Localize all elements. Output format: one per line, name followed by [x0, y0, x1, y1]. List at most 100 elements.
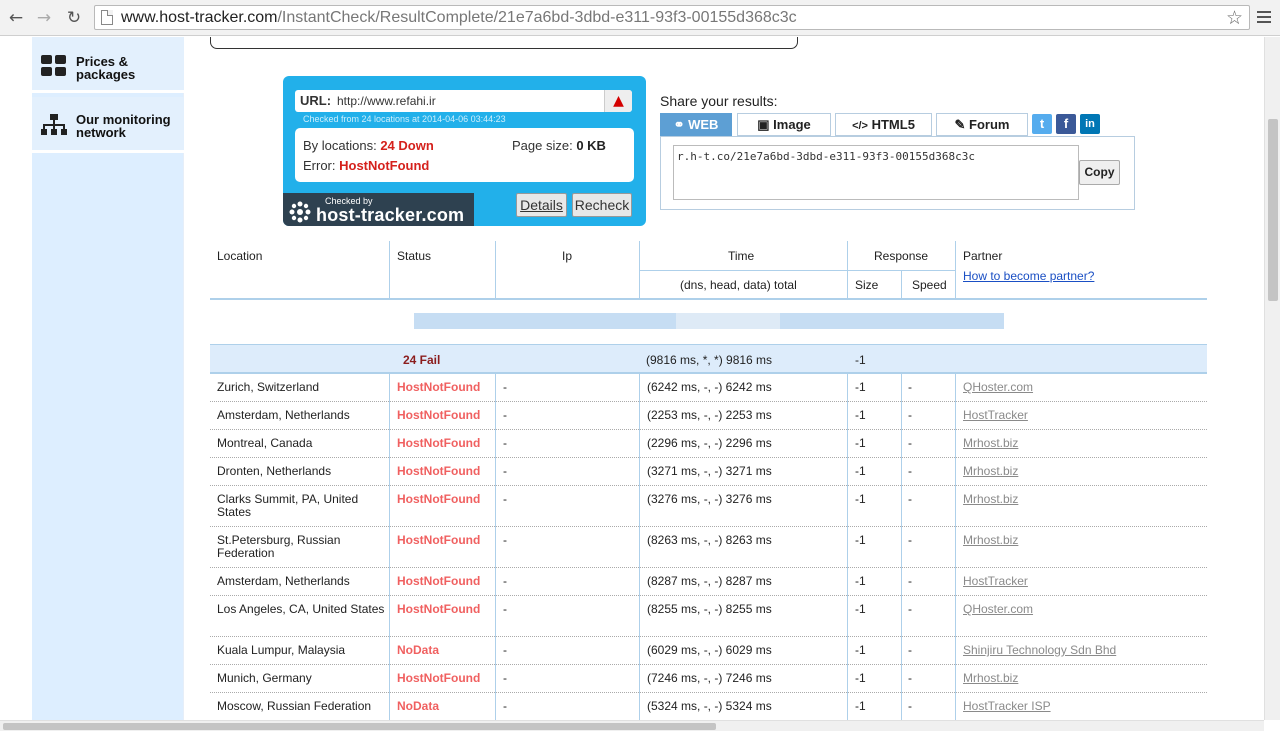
cell-time: (8255 ms, -, -) 8255 ms — [647, 602, 772, 616]
browser-toolbar: ← → ↻ www.host-tracker.com/InstantCheck/… — [0, 0, 1280, 36]
bookmark-star-icon[interactable]: ☆ — [1226, 7, 1243, 29]
back-arrow-icon[interactable]: ← — [4, 6, 28, 30]
by-locations-value: 24 Down — [380, 138, 434, 153]
reload-icon[interactable]: ↻ — [62, 6, 86, 30]
cell-time: (3271 ms, -, -) 3271 ms — [647, 464, 772, 478]
horizontal-scroll-thumb[interactable] — [3, 723, 716, 730]
cell-partner-link[interactable]: QHoster.com — [963, 381, 1033, 394]
cell-status: HostNotFound — [397, 602, 481, 616]
address-bar[interactable]: www.host-tracker.com/InstantCheck/Result… — [94, 5, 1250, 30]
col-header-time-sub: (dns, head, data) total — [680, 278, 797, 292]
cell-location: Munich, Germany — [217, 671, 312, 685]
col-divider — [955, 241, 956, 299]
code-icon: </> — [852, 120, 868, 132]
cell-partner-link[interactable]: HostTracker — [963, 575, 1028, 588]
tab-label: HTML5 — [871, 117, 915, 132]
linkedin-icon[interactable]: in — [1080, 114, 1100, 134]
error-line: Error: HostNotFound — [303, 158, 429, 173]
cell-speed: - — [908, 643, 912, 657]
menu-icon[interactable] — [1254, 8, 1274, 28]
share-link-textarea[interactable]: r.h-t.co/21e7a6bd-3dbd-e311-93f3-00155d3… — [673, 145, 1079, 200]
address-url[interactable]: www.host-tracker.com/InstantCheck/Result… — [121, 9, 797, 27]
recheck-button[interactable]: Recheck — [572, 193, 632, 217]
cell-location: Amsterdam, Netherlands — [217, 574, 350, 588]
cell-location: Amsterdam, Netherlands — [217, 408, 350, 422]
col-divider — [901, 270, 902, 299]
cell-speed: - — [908, 602, 912, 616]
cell-ip: - — [503, 643, 507, 657]
share-panel: r.h-t.co/21e7a6bd-3dbd-e311-93f3-00155d3… — [660, 136, 1135, 210]
cell-location: Kuala Lumpur, Malaysia — [217, 643, 346, 657]
cell-size: -1 — [855, 574, 866, 588]
col-header-speed: Speed — [912, 278, 947, 292]
result-widget: URL: http://www.refahi.ir ▲ Checked from… — [283, 76, 646, 226]
twitter-icon[interactable]: t — [1032, 114, 1052, 134]
cell-speed: - — [908, 492, 912, 506]
cell-partner-link[interactable]: HostTracker ISP — [963, 700, 1051, 713]
table-row: Los Angeles, CA, United States HostNotFo… — [210, 596, 1207, 637]
image-icon: ▣ — [757, 117, 770, 132]
cell-location: Clarks Summit, PA, United States — [217, 492, 359, 519]
sidebar-item-monitoring-network[interactable]: Our monitoring network — [32, 97, 184, 153]
network-icon — [41, 114, 67, 135]
tab-label: Forum — [969, 117, 1010, 132]
vertical-scrollbar[interactable] — [1264, 37, 1280, 720]
header-mid-line — [639, 270, 955, 271]
sidebar-item-label-line2: packages — [76, 67, 136, 82]
become-partner-link[interactable]: How to become partner? — [963, 269, 1094, 283]
tab-html5[interactable]: </> HTML5 — [835, 113, 932, 136]
cell-speed: - — [908, 533, 912, 547]
table-row: Dronten, Netherlands HostNotFound - (327… — [210, 458, 1207, 486]
cell-size: -1 — [855, 671, 866, 685]
cell-partner-link[interactable]: Mrhost.biz — [963, 493, 1018, 506]
cell-size: -1 — [855, 602, 866, 616]
table-row: Amsterdam, Netherlands HostNotFound - (2… — [210, 402, 1207, 430]
cell-partner-link[interactable]: Mrhost.biz — [963, 672, 1018, 685]
table-row: Clarks Summit, PA, United States HostNot… — [210, 486, 1207, 527]
col-header-size: Size — [855, 278, 879, 292]
cell-time: (8263 ms, -, -) 8263 ms — [647, 533, 772, 547]
badge-brand: host-tracker.com — [316, 205, 465, 225]
tab-image[interactable]: ▣ Image — [737, 113, 831, 136]
col-header-ip: Ip — [562, 249, 573, 263]
cell-location: Zurich, Switzerland — [217, 380, 320, 394]
cell-partner-link[interactable]: Shinjiru Technology Sdn Bhd — [963, 644, 1116, 657]
sidebar-item-prices[interactable]: Prices & packages — [32, 37, 184, 93]
cell-partner-link[interactable]: Mrhost.biz — [963, 437, 1018, 450]
copy-button[interactable]: Copy — [1079, 160, 1120, 185]
col-header-status: Status — [397, 249, 432, 263]
tab-web[interactable]: ⚭ WEB — [660, 113, 732, 136]
progress-bar — [414, 313, 1004, 329]
col-divider — [639, 241, 640, 299]
cell-time: (5324 ms, -, -) 5324 ms — [647, 699, 772, 713]
cell-status: NoData — [397, 699, 440, 713]
cell-partner-link[interactable]: Mrhost.biz — [963, 534, 1018, 547]
forward-arrow-icon[interactable]: → — [32, 6, 56, 30]
horizontal-scrollbar[interactable] — [0, 720, 1264, 731]
cell-location: Moscow, Russian Federation — [217, 699, 372, 713]
url-path: /InstantCheck/ResultComplete/21e7a6bd-3d… — [277, 9, 797, 26]
cell-partner-link[interactable]: Mrhost.biz — [963, 465, 1018, 478]
table-row: Amsterdam, Netherlands HostNotFound - (8… — [210, 568, 1207, 596]
grid-icon — [41, 55, 66, 76]
cell-size: -1 — [855, 643, 866, 657]
header-bottom-line — [210, 298, 1207, 300]
table-row: St.Petersburg, Russian Federation HostNo… — [210, 527, 1207, 568]
cell-status: HostNotFound — [397, 464, 481, 478]
cell-partner-link[interactable]: QHoster.com — [963, 603, 1033, 616]
vertical-scroll-thumb[interactable] — [1268, 119, 1278, 301]
tab-forum[interactable]: ✎ Forum — [936, 113, 1028, 136]
cell-partner-link[interactable]: HostTracker — [963, 409, 1028, 422]
table-row: Zurich, Switzerland HostNotFound - (6242… — [210, 374, 1207, 402]
cell-status: HostNotFound — [397, 671, 481, 685]
details-button[interactable]: Details — [516, 193, 567, 217]
url-host: www.host-tracker.com — [121, 9, 278, 26]
cell-time: (2296 ms, -, -) 2296 ms — [647, 436, 772, 450]
cell-speed: - — [908, 574, 912, 588]
facebook-icon[interactable]: f — [1056, 114, 1076, 134]
cell-status: HostNotFound — [397, 492, 481, 506]
cell-location: Dronten, Netherlands — [217, 464, 332, 478]
cell-status: HostNotFound — [397, 533, 481, 547]
host-tracker-badge[interactable]: Checked by host-tracker.com — [283, 193, 474, 226]
col-header-location: Location — [217, 249, 263, 263]
